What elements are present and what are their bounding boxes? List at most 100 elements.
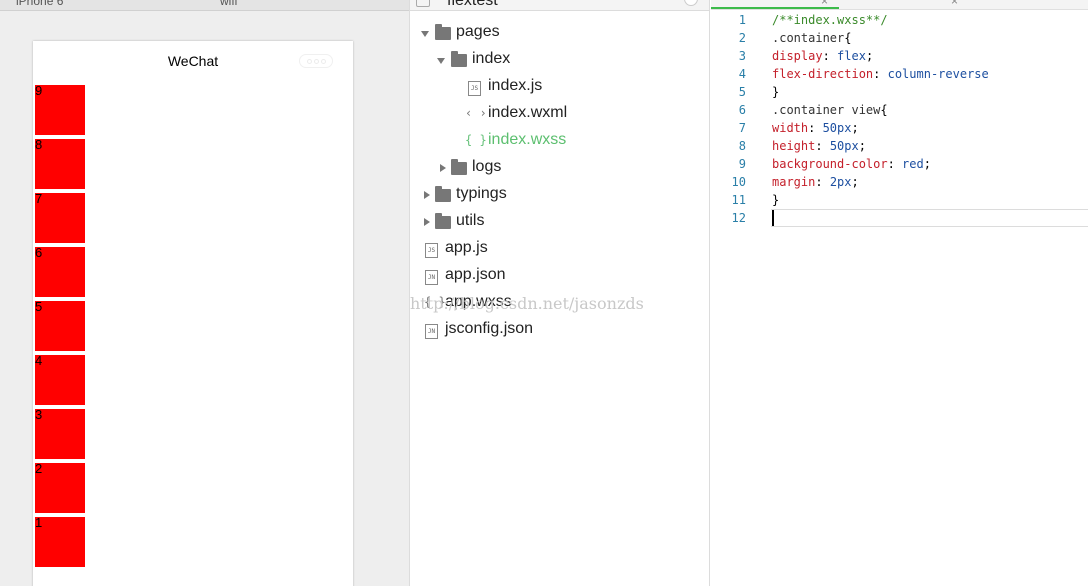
file-tree-item-index[interactable]: index (410, 47, 709, 74)
chevron-right-icon[interactable] (440, 164, 446, 172)
line-number: 11 (731, 193, 746, 207)
phone-screen: WeChat 987654321 (33, 41, 353, 586)
file-tree-item-index-js[interactable]: JS index.js (410, 74, 709, 101)
capsule-dot-icon (306, 58, 312, 64)
code-line: 6 .container view{ (711, 101, 1088, 119)
capsule-menu-button[interactable] (299, 54, 333, 68)
file-tree-item-app-json[interactable]: JN app.json (410, 263, 709, 290)
file-tree-label: app.json (445, 266, 506, 283)
chevron-right-icon[interactable] (424, 218, 430, 226)
folder-icon (435, 24, 451, 40)
file-tree-item-index-wxss[interactable]: { } index.wxss (410, 128, 709, 155)
code-token-punct: ; (923, 157, 931, 171)
file-tree-label: index.wxml (488, 104, 568, 121)
box-number-label: 1 (35, 515, 43, 530)
code-token-punct: ; (851, 121, 859, 135)
capsule-dot-icon (313, 58, 319, 64)
file-tree-label: typings (456, 185, 507, 202)
box-number-label: 6 (35, 245, 43, 260)
code-token-punct: } (772, 193, 780, 207)
code-line: 5} (711, 83, 1088, 101)
flex-item-box: 7 (35, 192, 85, 243)
flex-item-box: 3 (35, 407, 85, 459)
style-file-icon: { } (465, 133, 487, 147)
code-token-value: column-reverse (887, 67, 989, 81)
file-explorer-panel: flextest pages index JS index.js ‹ › index.wx… (409, 0, 710, 586)
simulator-panel: iPhone 6 wifi WeChat 987654321 (0, 0, 409, 586)
code-line: 12 (711, 209, 1088, 227)
json-file-icon: JN (425, 270, 438, 285)
style-file-icon: { } (424, 295, 446, 309)
file-tree-item-utils[interactable]: utils (410, 209, 709, 236)
flex-item-box: 9 (35, 84, 85, 135)
file-tree-item-logs[interactable]: logs (410, 155, 709, 182)
file-tree-label: index.wxss (488, 131, 567, 148)
chevron-down-icon[interactable] (421, 31, 429, 37)
file-tree-item-app-wxss[interactable]: { } app.wxss (410, 290, 709, 317)
markup-file-icon: ‹ › (465, 106, 487, 120)
file-tree-item-index-wxml[interactable]: ‹ › index.wxml (410, 101, 709, 128)
chevron-right-icon[interactable] (424, 191, 430, 199)
flex-item-box: 2 (35, 461, 85, 513)
code-editor-panel: × × 1 /**index.wxss**/2 .container{3 displa… (711, 0, 1088, 586)
code-token-selector: .container view (772, 103, 881, 117)
editor-tab-strip: × × (711, 0, 1088, 10)
code-line: 2 .container{ (711, 29, 1088, 47)
code-token-punct: { (880, 103, 888, 117)
chevron-down-icon[interactable] (437, 58, 445, 64)
file-tree-item-jsconfig-json[interactable]: JN jsconfig.json (410, 317, 709, 344)
explorer-menu-icon[interactable] (684, 0, 698, 6)
code-token-punct: : (815, 139, 830, 153)
file-tree-item-pages[interactable]: pages (410, 20, 709, 47)
file-tree-item-app-js[interactable]: JS app.js (410, 236, 709, 263)
flex-item-box: 1 (35, 515, 85, 567)
tab-close-icon[interactable]: × (951, 0, 958, 8)
code-token-punct: { (844, 31, 852, 45)
line-number: 9 (738, 157, 746, 171)
file-tree-item-typings[interactable]: typings (410, 182, 709, 209)
code-token-selector: .container (772, 31, 845, 45)
json-file-icon: JN (425, 324, 438, 339)
code-token-value: flex (837, 49, 866, 63)
box-number-label: 8 (35, 137, 43, 152)
folder-icon (435, 186, 451, 202)
js-file-icon: JS (425, 243, 438, 258)
text-cursor (772, 210, 774, 226)
box-number-label: 2 (35, 461, 43, 476)
line-number: 10 (731, 175, 746, 189)
code-text: flex-direction: column-reverse (772, 65, 989, 83)
code-token-punct: : (808, 121, 823, 135)
code-text: display: flex; (772, 47, 873, 65)
js-file-icon: JS (468, 81, 481, 96)
code-line: 3 display: flex; (711, 47, 1088, 65)
tab-close-icon[interactable]: × (821, 0, 828, 8)
flex-item-box: 4 (35, 354, 85, 405)
code-text: margin: 2px; (772, 173, 859, 191)
project-name: flextest (447, 0, 498, 9)
explorer-header: flextest (410, 0, 709, 11)
file-tree-label: logs (472, 158, 502, 175)
code-text: } (772, 191, 779, 209)
code-token-prop: margin (772, 175, 816, 189)
capsule-dot-icon (320, 58, 326, 64)
code-text: /**index.wxss**/ (772, 11, 888, 29)
code-token-prop: height (772, 139, 816, 153)
code-text: .container{ (772, 29, 851, 47)
flex-item-box: 5 (35, 300, 85, 351)
code-line: 1 /**index.wxss**/ (711, 11, 1088, 29)
code-token-punct: : (873, 67, 888, 81)
code-token-punct: } (772, 85, 780, 99)
code-token-value: 50px (822, 121, 852, 135)
code-text: background-color: red; (772, 155, 931, 173)
line-number: 12 (731, 211, 746, 225)
line-number: 1 (738, 13, 746, 27)
network-selector[interactable]: wifi (220, 0, 237, 8)
project-icon[interactable] (416, 0, 430, 7)
line-number: 7 (738, 121, 746, 135)
device-selector[interactable]: iPhone 6 (16, 0, 63, 8)
line-number: 4 (738, 67, 746, 81)
code-text: width: 50px; (772, 119, 859, 137)
box-number-label: 3 (35, 407, 43, 422)
code-token-punct: : (887, 157, 903, 171)
line-number: 8 (738, 139, 746, 153)
